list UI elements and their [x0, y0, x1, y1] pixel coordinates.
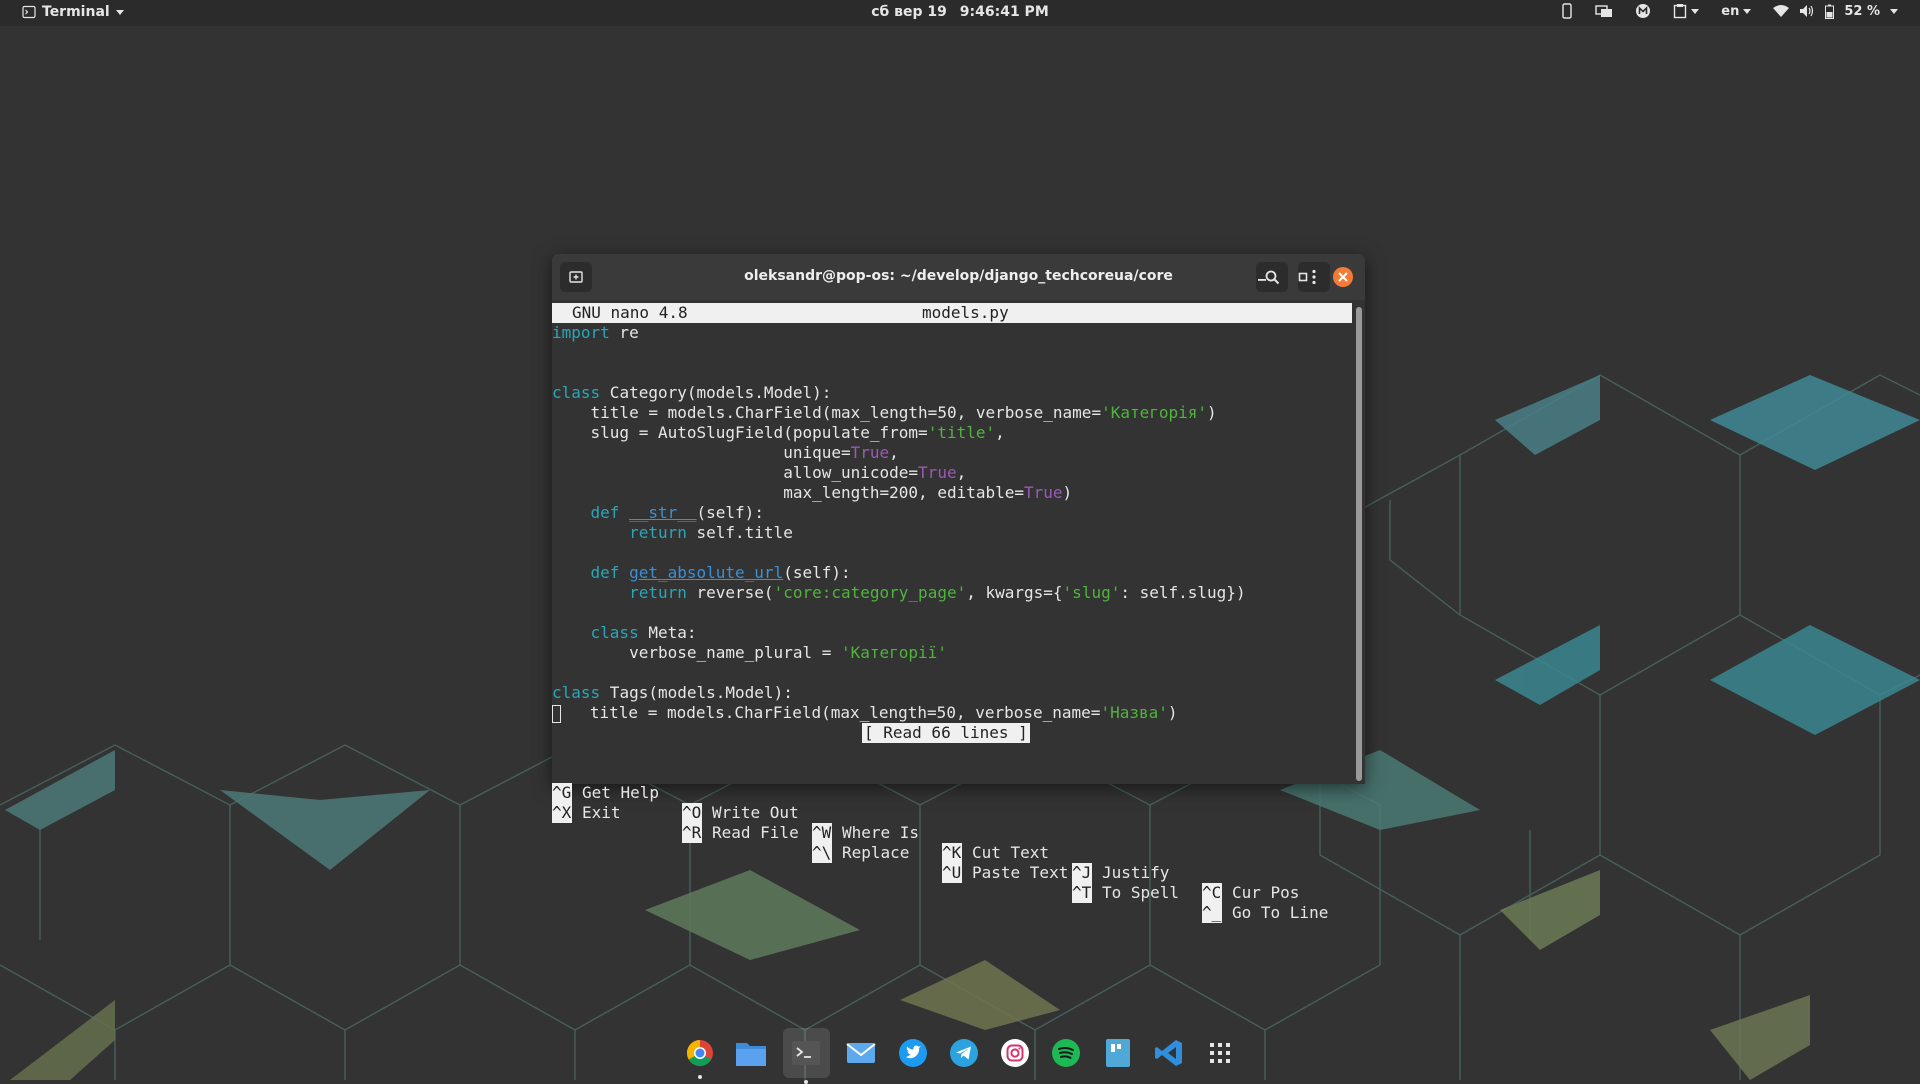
top-panel: Terminal сб вер 19 9:46:41 PM en 52 % — [0, 0, 1920, 26]
minimize-button[interactable] — [1251, 266, 1273, 288]
shortcut-read-file: ^R Read File — [682, 823, 799, 843]
chevron-down-icon — [1743, 8, 1752, 14]
maximize-button[interactable] — [1292, 266, 1314, 288]
shortcut-to-spell: ^T To Spell — [1072, 883, 1180, 903]
dock-app-grid[interactable] — [1201, 1033, 1240, 1073]
clock-time: 9:46:41 PM — [959, 4, 1049, 20]
shortcut-write-out: ^O Write Out — [682, 803, 799, 823]
dock-app-document[interactable] — [1098, 1033, 1137, 1073]
text-cursor — [552, 704, 561, 723]
code-line: def get_absolute_url(self): — [590, 563, 851, 582]
battery-percent: 52 % — [1844, 3, 1880, 19]
scrollbar-thumb[interactable] — [1356, 307, 1362, 781]
dock-app-spotify[interactable] — [1047, 1033, 1086, 1073]
terminal-window: oleksandr@pop-os: ~/develop/django_techc… — [552, 254, 1365, 923]
phone-indicator[interactable] — [1561, 3, 1573, 19]
shortcut-cur-pos: ^C Cur Pos — [1202, 883, 1300, 903]
terminal-icon — [792, 1041, 821, 1065]
shortcut-justify: ^J Justify — [1072, 863, 1170, 883]
m-indicator[interactable] — [1635, 3, 1651, 19]
dock-app-telegram[interactable] — [944, 1033, 983, 1073]
system-menu[interactable]: 52 % — [1773, 4, 1898, 19]
window-title: oleksandr@pop-os: ~/develop/django_techc… — [744, 268, 1173, 284]
shortcut-where-is: ^W Where Is — [812, 823, 920, 843]
spotify-icon — [1052, 1039, 1081, 1067]
shortcut-paste-text: ^U Paste Text — [942, 863, 1069, 883]
running-indicator — [697, 1075, 702, 1079]
shortcut-row: ^X Exit ^R Read File ^\ Replace ^U Paste Tex… — [552, 763, 1352, 923]
dock-app-instagram[interactable] — [996, 1033, 1035, 1073]
shortcut-cut-text: ^K Cut Text — [942, 843, 1050, 863]
mail-icon — [846, 1043, 876, 1063]
dock-app-chrome[interactable] — [680, 1033, 719, 1079]
code-line: allow_unicode=True, — [552, 463, 967, 482]
nano-version: GNU nano 4.8 — [572, 303, 688, 322]
dock-app-twitter[interactable] — [893, 1033, 932, 1073]
maximize-icon — [1298, 272, 1308, 282]
chevron-down-icon — [1890, 8, 1898, 14]
code-line: unique=True, — [552, 443, 899, 462]
shortcut-exit: ^X Exit — [552, 803, 621, 823]
system-tray: en 52 % — [1561, 3, 1898, 19]
displays-icon — [1595, 5, 1613, 17]
close-icon — [1333, 267, 1353, 287]
status-line: [ Read 66 lines ] — [552, 723, 1352, 743]
terminal-scrollbar[interactable] — [1356, 307, 1362, 781]
shortcut-row: ^G Get Help ^O Write Out ^W Where Is ^K Cut … — [552, 743, 1352, 903]
running-indicator — [804, 1080, 809, 1084]
dock-app-files[interactable] — [731, 1033, 770, 1073]
code-line: class Category(models.Model): — [552, 383, 832, 402]
close-button[interactable] — [1332, 266, 1354, 288]
telegram-icon — [949, 1039, 978, 1067]
nano-editor[interactable]: GNU nano 4.8 models.py import re class C… — [552, 303, 1352, 923]
clipboard-icon — [1674, 4, 1687, 19]
dock-app-terminal[interactable] — [782, 1028, 830, 1084]
document-icon — [1105, 1039, 1130, 1067]
wifi-icon — [1773, 5, 1790, 17]
code-line: def __str__(self): — [590, 503, 764, 522]
code-line: slug = AutoSlugField(populate_from='titl… — [552, 423, 1005, 442]
keyboard-layout-indicator[interactable]: en — [1721, 3, 1752, 19]
shortcut-replace: ^\ Replace — [812, 843, 910, 863]
code-line: return self.title — [629, 523, 793, 542]
files-icon — [735, 1043, 766, 1066]
app-grid-icon — [1210, 1043, 1231, 1063]
nano-header: GNU nano 4.8 models.py — [552, 303, 1352, 323]
nano-filename: models.py — [922, 303, 1009, 322]
vscode-icon — [1155, 1040, 1183, 1066]
code-line: max_length=200, editable=True) — [552, 483, 1073, 502]
chevron-down-icon — [1691, 8, 1700, 14]
code-line: title = models.CharField(max_length=50, … — [552, 703, 1178, 723]
keyboard-layout-label: en — [1721, 3, 1740, 19]
code-line: title = models.CharField(max_length=50, … — [552, 403, 1217, 422]
battery-icon — [1825, 4, 1835, 19]
instagram-icon — [1001, 1039, 1030, 1067]
window-titlebar[interactable]: oleksandr@pop-os: ~/develop/django_techc… — [552, 254, 1365, 300]
shortcut-go-to-line: ^_ Go To Line — [1202, 903, 1329, 923]
dock-app-vscode[interactable] — [1149, 1033, 1188, 1073]
code-line: class Meta: — [590, 623, 697, 642]
phone-icon — [1562, 3, 1572, 19]
clipboard-indicator[interactable] — [1673, 3, 1700, 19]
dock-app-mail[interactable] — [842, 1033, 881, 1073]
chrome-icon — [686, 1039, 713, 1067]
code-line: class Tags(models.Model): — [552, 683, 793, 702]
code-line: return reverse('core:category_page', kwa… — [629, 583, 1246, 602]
twitter-icon — [898, 1039, 927, 1067]
indicator-m-icon — [1636, 4, 1651, 18]
minimize-icon — [1258, 279, 1266, 281]
code-line: import re — [552, 323, 639, 342]
dock — [680, 1026, 1240, 1084]
volume-icon — [1800, 5, 1814, 17]
status-message: [ Read 66 lines ] — [862, 723, 1030, 743]
clock-day: сб вер 19 — [871, 4, 947, 20]
displays-indicator[interactable] — [1595, 4, 1613, 18]
code-line: verbose_name_plural = 'Категорії' — [552, 643, 947, 662]
